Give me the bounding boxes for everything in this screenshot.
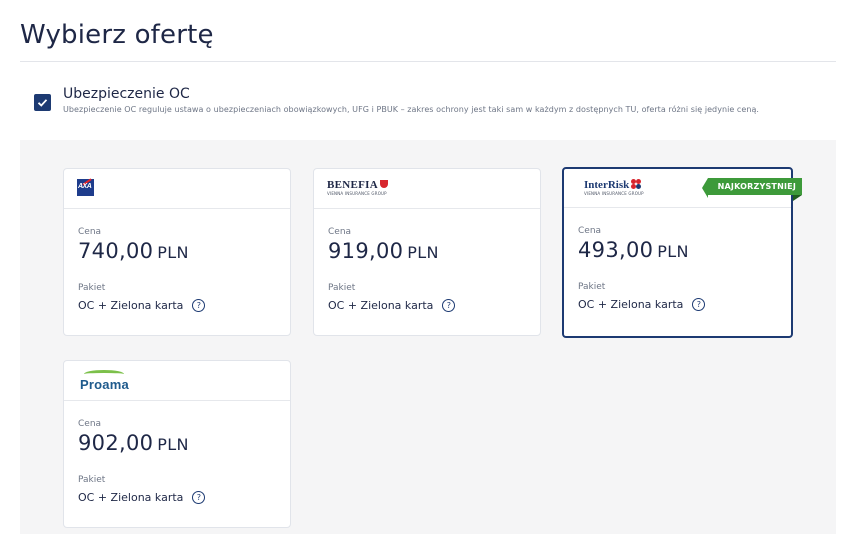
package-label: Pakiet: [78, 283, 106, 293]
insurer-logo-row: BENEFIA VIENNA INSURANCE GROUP: [314, 169, 540, 209]
title-divider: [20, 61, 836, 62]
price-label: Cena: [78, 419, 102, 429]
interrisk-logo-icon: InterRisk VIENNA INSURANCE GROUP: [584, 179, 644, 196]
help-icon[interactable]: ?: [692, 298, 706, 311]
axa-logo-icon: AXA: [77, 178, 94, 196]
package-value: OC + Zielona karta: [578, 298, 684, 311]
offers-panel: AXA Cena 740,00 PLN Pakiet OC + Zielona k…: [20, 140, 836, 534]
insurer-logo-row: AXA: [64, 169, 290, 209]
proama-logo-icon: Proama: [80, 370, 129, 392]
package-value: OC + Zielona karta: [328, 299, 434, 312]
price-value: 740,00 PLN: [78, 239, 189, 263]
price-label: Cena: [328, 227, 352, 237]
best-offer-badge: NAJKORZYSTNIEJ: [701, 178, 803, 201]
package-value: OC + Zielona karta: [78, 299, 184, 312]
package-label: Pakiet: [78, 475, 106, 485]
offer-card-proama[interactable]: Proama Cena 902,00 PLN Pakiet OC + Zielon…: [63, 360, 291, 528]
offer-card-interrisk[interactable]: InterRisk VIENNA INSURANCE GROUP NAJKORZ…: [562, 167, 803, 338]
package-row: OC + Zielona karta ?: [328, 299, 526, 312]
insurer-logo-row: Proama: [64, 361, 290, 401]
package-label: Pakiet: [578, 282, 606, 292]
offer-card-axa[interactable]: AXA Cena 740,00 PLN Pakiet OC + Zielona k…: [63, 168, 291, 336]
check-icon: [37, 99, 48, 107]
package-label: Pakiet: [328, 283, 356, 293]
help-icon[interactable]: ?: [442, 299, 456, 312]
insurer-logo-row: InterRisk VIENNA INSURANCE GROUP NAJKORZ…: [564, 169, 803, 208]
help-icon[interactable]: ?: [192, 491, 206, 504]
price-label: Cena: [78, 227, 102, 237]
price-value: 902,00 PLN: [78, 431, 189, 455]
price-label: Cena: [578, 226, 602, 236]
section-title: Ubezpieczenie OC: [63, 86, 190, 102]
package-value: OC + Zielona karta: [78, 491, 184, 504]
help-icon[interactable]: ?: [192, 299, 206, 312]
page-title: Wybierz ofertę: [20, 20, 214, 50]
package-row: OC + Zielona karta ?: [578, 298, 777, 311]
section-description: Ubezpieczenie OC reguluje ustawa o ubezp…: [63, 105, 760, 114]
offer-card-benefia[interactable]: BENEFIA VIENNA INSURANCE GROUP Cena 919,…: [313, 168, 541, 336]
oc-checkbox[interactable]: [34, 94, 51, 111]
benefia-logo-icon: BENEFIA VIENNA INSURANCE GROUP: [327, 179, 388, 196]
package-row: OC + Zielona karta ?: [78, 491, 276, 504]
price-value: 919,00 PLN: [328, 239, 439, 263]
price-value: 493,00 PLN: [578, 238, 689, 262]
package-row: OC + Zielona karta ?: [78, 299, 276, 312]
